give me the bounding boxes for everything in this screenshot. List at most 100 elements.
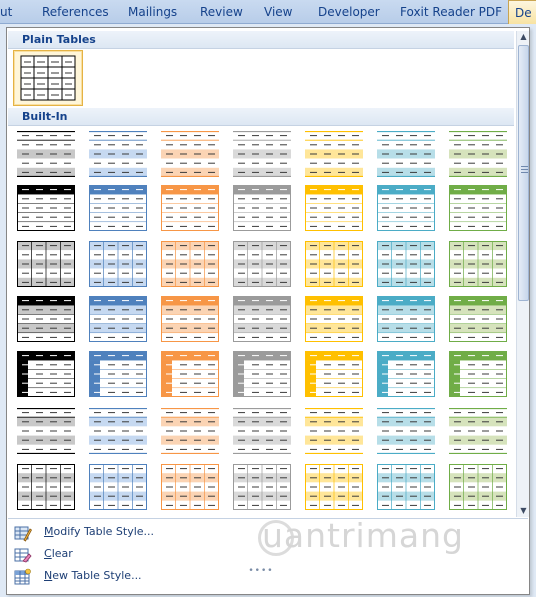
screen-root: ut References Mailings Review View Devel… [0, 0, 536, 597]
table-style-thumb[interactable] [89, 464, 147, 510]
table-style-thumb[interactable] [377, 464, 435, 510]
table-style-thumb[interactable] [305, 464, 363, 510]
table-style-thumb[interactable] [17, 296, 75, 342]
table-style-thumb[interactable] [305, 185, 363, 231]
table-style-preview-icon [449, 241, 507, 287]
tab-foxit-reader-pdf[interactable]: Foxit Reader PDF [400, 0, 502, 24]
table-style-preview-icon [233, 351, 291, 397]
tab-references[interactable]: References [42, 0, 109, 24]
tab-review[interactable]: Review [200, 0, 243, 24]
table-style-thumb[interactable] [161, 185, 219, 231]
table-style-preview-icon [377, 130, 435, 178]
table-style-thumb[interactable] [233, 241, 291, 287]
table-style-thumb[interactable] [305, 130, 363, 178]
gallery-scrollbar[interactable]: ▲ ▼ [516, 31, 529, 517]
table-styles-gallery: Plain Tables Built-In ▲ ▼ Modify Table S… [6, 27, 530, 595]
scroll-thumb[interactable] [518, 45, 529, 301]
table-style-thumb[interactable] [233, 351, 291, 397]
table-style-thumb[interactable] [305, 351, 363, 397]
table-style-preview-icon [377, 351, 435, 397]
table-style-thumb[interactable] [377, 185, 435, 231]
modify-table-style-label: Modify Table Style... [44, 525, 155, 538]
table-style-thumb[interactable] [377, 296, 435, 342]
table-style-thumb[interactable] [305, 407, 363, 455]
plain-table-style-thumb[interactable] [13, 50, 83, 106]
table-style-thumb[interactable] [449, 296, 507, 342]
table-style-thumb[interactable] [305, 296, 363, 342]
tab-view[interactable]: View [264, 0, 292, 24]
table-style-preview-icon [449, 407, 507, 455]
table-style-thumb[interactable] [161, 351, 219, 397]
table-style-thumb[interactable] [305, 241, 363, 287]
table-style-thumb[interactable] [161, 296, 219, 342]
table-style-thumb[interactable] [161, 130, 219, 178]
table-style-thumb[interactable] [89, 130, 147, 178]
table-style-thumb[interactable] [377, 130, 435, 178]
table-style-preview-icon [17, 351, 75, 397]
resize-gripper[interactable]: •••• [246, 567, 276, 576]
table-style-preview-icon [161, 351, 219, 397]
table-style-preview-icon [161, 296, 219, 342]
table-style-preview-icon [305, 351, 363, 397]
table-style-preview-icon [233, 407, 291, 455]
table-style-thumb[interactable] [449, 185, 507, 231]
table-style-thumb[interactable] [17, 351, 75, 397]
table-style-thumb[interactable] [17, 241, 75, 287]
table-style-thumb[interactable] [89, 351, 147, 397]
table-style-preview-icon [305, 130, 363, 178]
plain-tables-header: Plain Tables [8, 31, 514, 49]
table-style-thumb[interactable] [233, 464, 291, 510]
table-style-thumb[interactable] [377, 407, 435, 455]
table-style-thumb[interactable] [449, 464, 507, 510]
table-style-preview-icon [17, 130, 75, 178]
table-style-thumb[interactable] [89, 407, 147, 455]
tab-developer[interactable]: Developer [318, 0, 380, 24]
table-style-thumb[interactable] [161, 241, 219, 287]
table-style-thumb[interactable] [233, 130, 291, 178]
table-style-thumb[interactable] [449, 351, 507, 397]
table-style-thumb[interactable] [233, 296, 291, 342]
table-style-thumb[interactable] [17, 185, 75, 231]
table-style-thumb[interactable] [449, 407, 507, 455]
table-style-thumb[interactable] [161, 407, 219, 455]
table-style-preview-icon [17, 241, 75, 287]
table-style-thumb[interactable] [17, 407, 75, 455]
table-style-thumb[interactable] [449, 241, 507, 287]
table-style-thumb[interactable] [89, 185, 147, 231]
table-style-preview-icon [449, 185, 507, 231]
scroll-up-icon[interactable]: ▲ [517, 31, 530, 43]
table-style-thumb[interactable] [233, 407, 291, 455]
watermark-text: uantrimang [262, 516, 464, 555]
tab-mailings[interactable]: Mailings [128, 0, 177, 24]
table-style-preview-icon [233, 464, 291, 510]
table-style-preview-icon [305, 296, 363, 342]
table-style-preview-icon [305, 407, 363, 455]
table-style-thumb[interactable] [449, 130, 507, 178]
table-style-thumb[interactable] [233, 185, 291, 231]
clear-label: Clear [44, 547, 73, 560]
table-style-preview-icon [89, 130, 147, 178]
table-style-preview-icon [89, 407, 147, 455]
table-style-preview-icon [377, 296, 435, 342]
scroll-grip-line [521, 172, 528, 173]
table-style-thumb[interactable] [17, 130, 75, 178]
table-style-thumb[interactable] [89, 241, 147, 287]
new-table-style-icon [14, 568, 31, 585]
table-style-thumb[interactable] [377, 351, 435, 397]
tab-design[interactable]: De [508, 0, 536, 24]
table-style-preview-icon [89, 296, 147, 342]
table-style-preview-icon [161, 185, 219, 231]
ribbon-tab-bar: ut References Mailings Review View Devel… [0, 0, 536, 24]
table-style-thumb[interactable] [377, 241, 435, 287]
table-style-thumb[interactable] [89, 296, 147, 342]
scroll-grip-line [521, 169, 528, 170]
table-style-preview-icon [17, 185, 75, 231]
new-table-style-label: New Table Style... [44, 569, 142, 582]
table-style-thumb[interactable] [17, 464, 75, 510]
table-style-preview-icon [449, 130, 507, 178]
table-style-preview-icon [161, 130, 219, 178]
table-style-thumb[interactable] [161, 464, 219, 510]
tab-layout[interactable]: ut [0, 0, 12, 24]
scroll-down-icon[interactable]: ▼ [517, 505, 530, 517]
table-style-preview-icon [233, 130, 291, 178]
